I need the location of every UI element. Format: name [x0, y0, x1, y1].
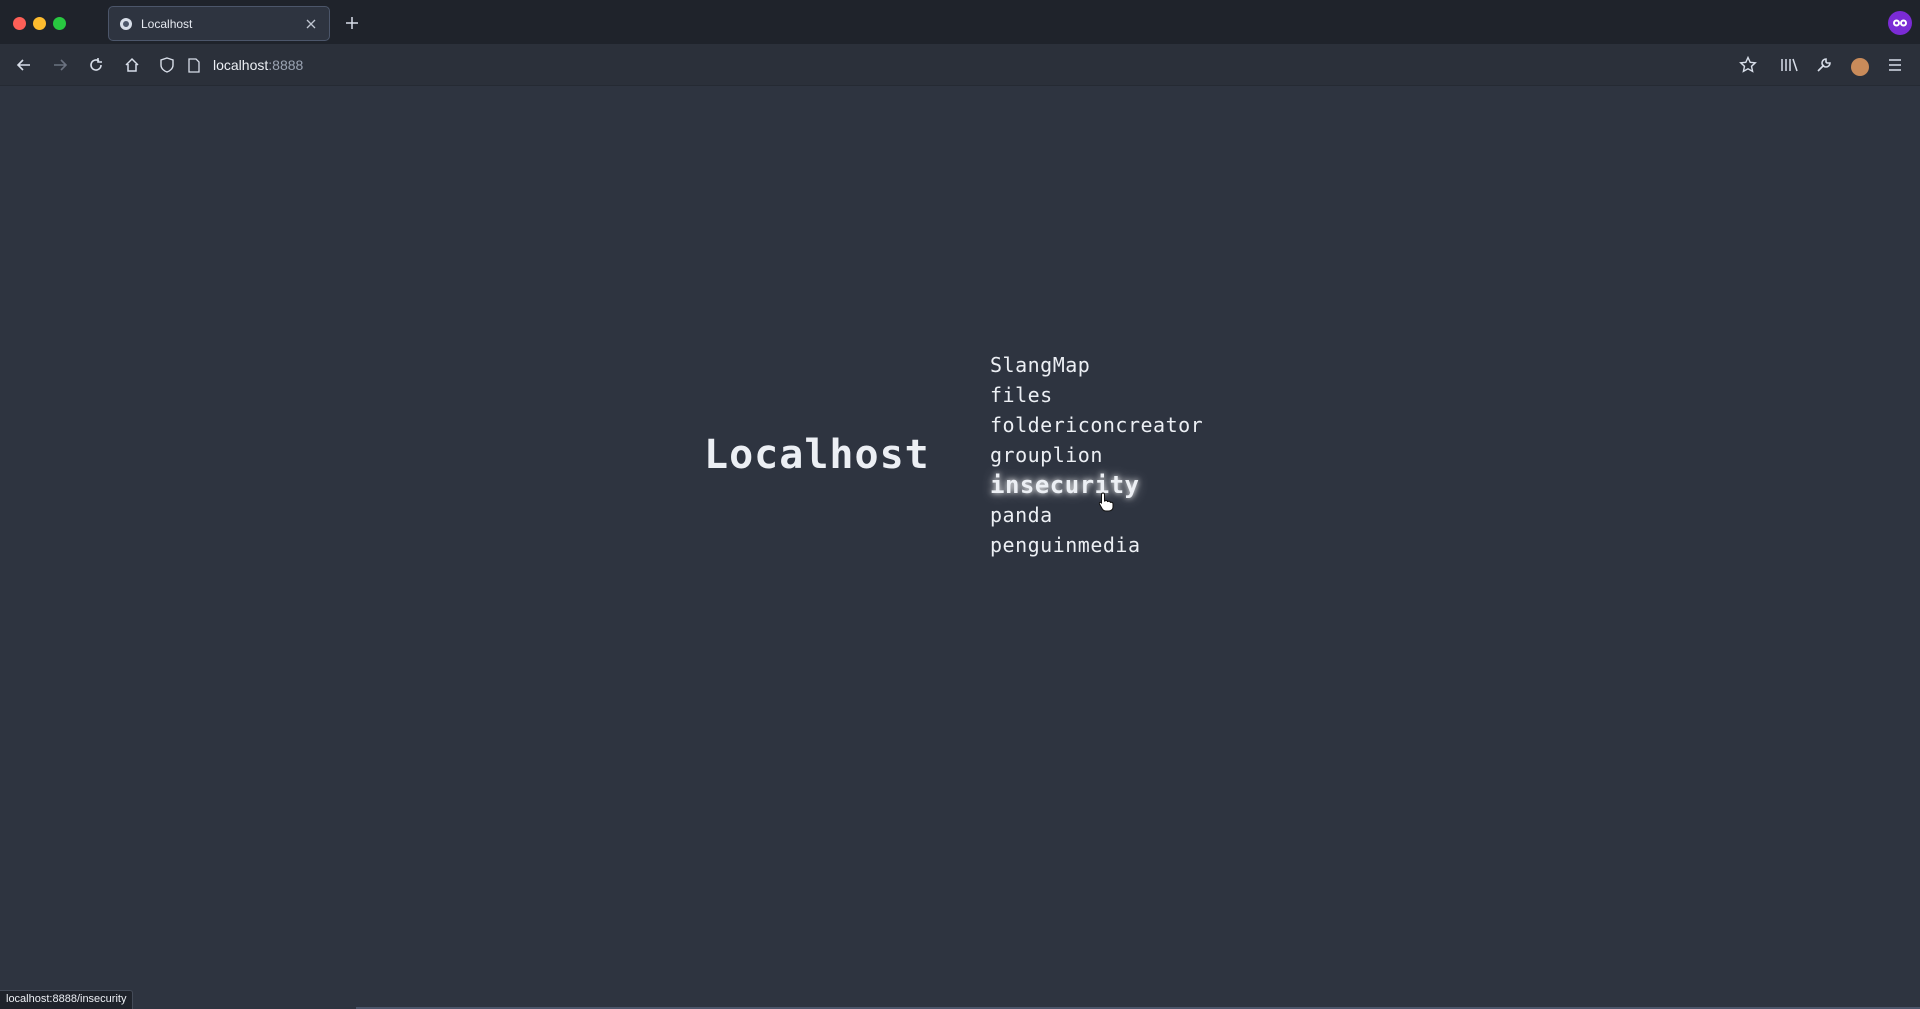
page-title: Localhost	[704, 432, 930, 478]
close-tab-icon[interactable]	[303, 16, 319, 32]
link-penguinmedia[interactable]: penguinmedia	[990, 533, 1141, 557]
page-content: Localhost SlangMap files foldericoncreat…	[0, 87, 1920, 1009]
url-port: :8888	[268, 57, 304, 73]
forward-arrow-icon[interactable]	[48, 53, 72, 77]
list-item: penguinmedia	[990, 530, 1203, 560]
new-tab-button[interactable]	[341, 12, 363, 34]
list-item: grouplion	[990, 440, 1203, 470]
maximize-window-button[interactable]	[53, 17, 66, 30]
list-item: foldericoncreator	[990, 410, 1203, 440]
link-panda[interactable]: panda	[990, 503, 1053, 527]
shield-icon[interactable]	[157, 55, 177, 75]
list-item: SlangMap	[990, 350, 1203, 380]
url-bar[interactable]: localhost:8888	[157, 50, 1757, 80]
link-foldericoncreator[interactable]: foldericoncreator	[990, 413, 1203, 437]
mask-extension-icon[interactable]	[1888, 11, 1912, 35]
wrench-icon[interactable]	[1812, 53, 1836, 77]
list-item: insecurity	[990, 470, 1203, 500]
bookmark-star-icon[interactable]	[1736, 53, 1760, 77]
list-item: panda	[990, 500, 1203, 530]
home-icon[interactable]	[120, 53, 144, 77]
list-item: files	[990, 380, 1203, 410]
status-bar-url: localhost:8888/insecurity	[0, 990, 134, 1009]
tab-strip: Localhost	[0, 0, 1920, 44]
browser-window: Localhost localhost:8888 Localhost Slan…	[0, 0, 1920, 1009]
avatar	[1851, 57, 1869, 76]
project-links-list: SlangMap files foldericoncreator groupli…	[990, 350, 1203, 560]
page-icon[interactable]	[185, 55, 203, 75]
navigation-bar: localhost:8888	[0, 44, 1920, 86]
tab-localhost[interactable]: Localhost	[108, 6, 330, 41]
link-insecurity[interactable]: insecurity	[990, 471, 1140, 499]
library-icon[interactable]	[1777, 53, 1801, 77]
link-grouplion[interactable]: grouplion	[990, 443, 1103, 467]
hamburger-menu-icon[interactable]	[1883, 53, 1907, 77]
site-favicon-icon	[119, 17, 133, 31]
link-files[interactable]: files	[990, 383, 1053, 407]
reload-icon[interactable]	[84, 53, 108, 77]
hand-cursor-icon	[1098, 492, 1114, 512]
close-window-button[interactable]	[13, 17, 26, 30]
tab-title: Localhost	[141, 16, 193, 31]
url-host: localhost	[213, 57, 269, 73]
link-slangmap[interactable]: SlangMap	[990, 353, 1090, 377]
minimize-window-button[interactable]	[33, 17, 46, 30]
profile-avatar-icon[interactable]	[1848, 53, 1872, 77]
back-arrow-icon[interactable]	[12, 53, 36, 77]
